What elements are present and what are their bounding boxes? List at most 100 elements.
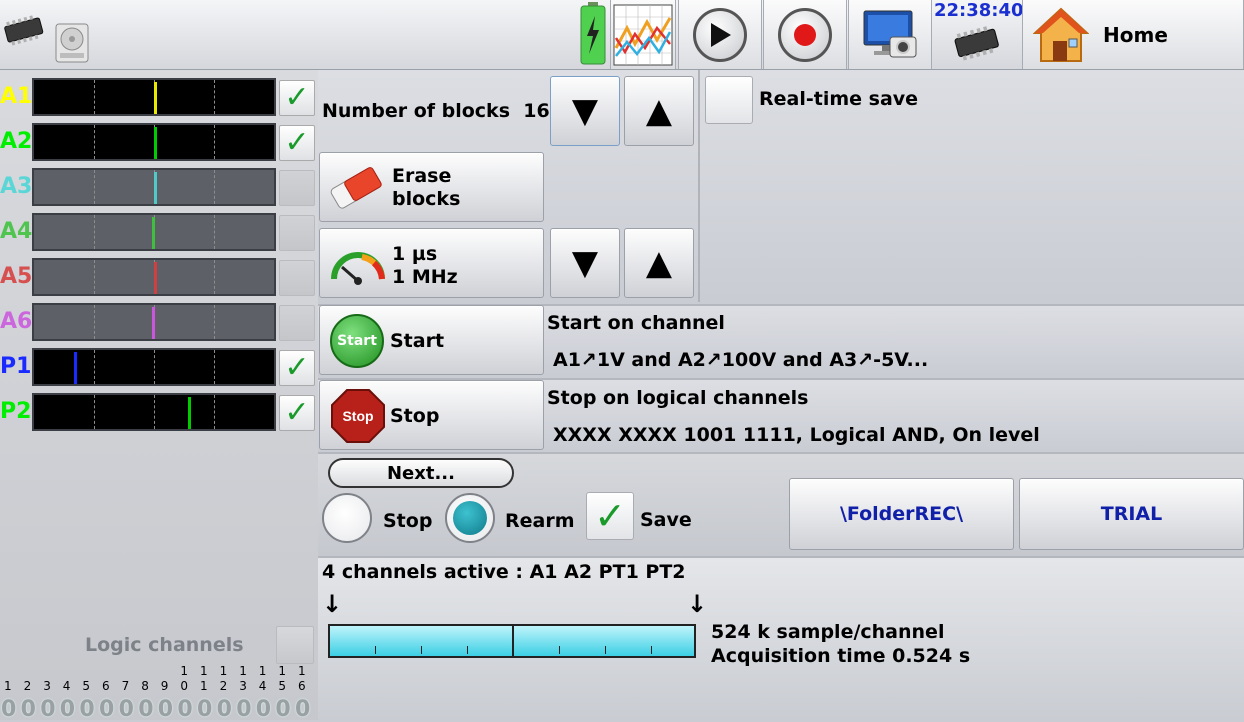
channel-row-a4[interactable]: A4 (0, 211, 318, 255)
logic-digit-tens: 1 (180, 664, 189, 678)
channel-checkbox[interactable] (279, 260, 315, 296)
start-icon: Start (330, 314, 384, 368)
channel-preview (32, 78, 276, 116)
channel-preview (32, 123, 276, 161)
channel-row-a5[interactable]: A5 (0, 256, 318, 300)
channel-row-a3[interactable]: A3 (0, 166, 318, 210)
home-label: Home (1103, 22, 1168, 47)
gauge-icon (331, 252, 385, 285)
channel-checkbox[interactable] (279, 170, 315, 206)
play-icon (693, 7, 747, 62)
stop-button[interactable]: Stop Stop (319, 380, 544, 450)
logic-digit-tens: 1 (258, 664, 267, 678)
logic-digit: 4 (258, 679, 267, 693)
next-stop-radio[interactable] (322, 493, 372, 543)
logic-digit: 2 (219, 679, 228, 693)
disk-icon[interactable] (52, 22, 92, 64)
stop-title: Stop on logical channels (547, 387, 809, 409)
channel-row-a1[interactable]: A1 ✓ (0, 76, 318, 120)
svg-text:Stop: Stop (342, 408, 373, 424)
next-save-checkbox[interactable]: ✓ (586, 492, 634, 540)
channel-checkbox[interactable]: ✓ (279, 350, 315, 386)
channel-row-a6[interactable]: A6 (0, 301, 318, 345)
eraser-icon (330, 167, 382, 209)
top-bar: 22:38:40 Home (0, 0, 1244, 70)
channel-preview (32, 168, 276, 206)
channel-label: A2 (0, 129, 33, 154)
logic-digit: 1 (4, 679, 12, 693)
check-icon: ✓ (284, 395, 310, 430)
logic-channels-checkbox[interactable] (276, 626, 314, 664)
record-icon (778, 7, 832, 62)
trigger-marker (154, 172, 157, 204)
next-rearm-radio[interactable] (445, 493, 495, 543)
logic-value: 0 (255, 697, 272, 722)
logic-digit: 6 (102, 679, 110, 693)
trigger-marker (152, 217, 155, 249)
screenshot-icon (863, 10, 917, 57)
logic-value: 0 (138, 697, 154, 722)
house-icon (1033, 7, 1089, 62)
sampling-down-button[interactable]: ▼ (550, 228, 620, 298)
logic-value: 0 (216, 697, 232, 722)
trigger-marker (154, 262, 157, 294)
start-button[interactable]: Start Start (319, 305, 544, 375)
erase-blocks-button[interactable]: Erase blocks (319, 152, 544, 222)
logic-value: 0 (40, 697, 56, 722)
trigger-marker (74, 352, 77, 384)
trigger-marker (154, 127, 157, 159)
record-button[interactable] (763, 0, 847, 69)
sampling-frequency: 1 MHz (392, 266, 458, 288)
logic-value: 0 (157, 697, 174, 722)
battery-icon (579, 2, 607, 66)
sampling-up-button[interactable]: ▲ (624, 228, 694, 298)
logic-digit: 0 (180, 679, 189, 693)
next-save-label: Save (640, 509, 692, 531)
logic-value: 0 (99, 697, 115, 722)
check-icon: ✓ (284, 80, 310, 115)
channel-row-p2[interactable]: P2 ✓ (0, 391, 318, 435)
memory-bar (328, 624, 696, 658)
end-arrow-icon: ↓ (687, 590, 708, 618)
logic-value: 0 (59, 697, 76, 722)
logic-value: 0 (79, 697, 95, 722)
folder-button[interactable]: \FolderREC\ (789, 478, 1014, 550)
sampling-button[interactable]: 1 µs 1 MHz (319, 228, 544, 298)
start-title: Start on channel (547, 312, 725, 334)
channel-row-a2[interactable]: A2 ✓ (0, 121, 318, 165)
chart-button[interactable] (610, 0, 676, 69)
logic-digit: 4 (62, 679, 71, 693)
logic-digit-tens: 1 (239, 664, 247, 678)
logic-digit-tens: 1 (219, 664, 228, 678)
logic-digit-tens: 1 (200, 664, 208, 678)
start-condition[interactable]: A1↗1V and A2↗100V and A3↗-5V... (553, 349, 928, 371)
filename-button[interactable]: TRIAL (1019, 478, 1244, 550)
realtime-save-checkbox[interactable] (705, 76, 753, 124)
logic-digit: 1 (200, 679, 208, 693)
samples-text: 524 k sample/channel (711, 621, 945, 643)
logic-digit: 3 (239, 679, 247, 693)
logic-value: 0 (177, 697, 193, 722)
home-button[interactable]: Home (1022, 0, 1244, 69)
next-rearm-label: Rearm (505, 510, 575, 532)
channel-checkbox[interactable]: ✓ (279, 80, 315, 116)
channel-checkbox[interactable]: ✓ (279, 395, 315, 431)
blocks-down-button[interactable]: ▼ (550, 76, 620, 146)
stop-condition[interactable]: XXXX XXXX 1001 1111, Logical AND, On lev… (553, 424, 1040, 446)
logic-digit: 3 (43, 679, 51, 693)
blocks-value: 16 (523, 100, 550, 122)
channel-label: A5 (0, 264, 33, 289)
channel-preview (32, 393, 276, 431)
logic-digit: 9 (160, 679, 169, 693)
channel-checkbox[interactable] (279, 305, 315, 341)
chip-icon[interactable] (2, 14, 46, 48)
channel-label: A4 (0, 219, 33, 244)
blocks-up-button[interactable]: ▲ (624, 76, 694, 146)
channel-label: A1 (0, 84, 33, 109)
play-button[interactable] (678, 0, 762, 69)
channel-checkbox[interactable] (279, 215, 315, 251)
next-pill: Next... (328, 458, 514, 488)
screenshot-button[interactable] (848, 0, 932, 69)
channel-row-p1[interactable]: P1 ✓ (0, 346, 318, 390)
channel-checkbox[interactable]: ✓ (279, 125, 315, 161)
